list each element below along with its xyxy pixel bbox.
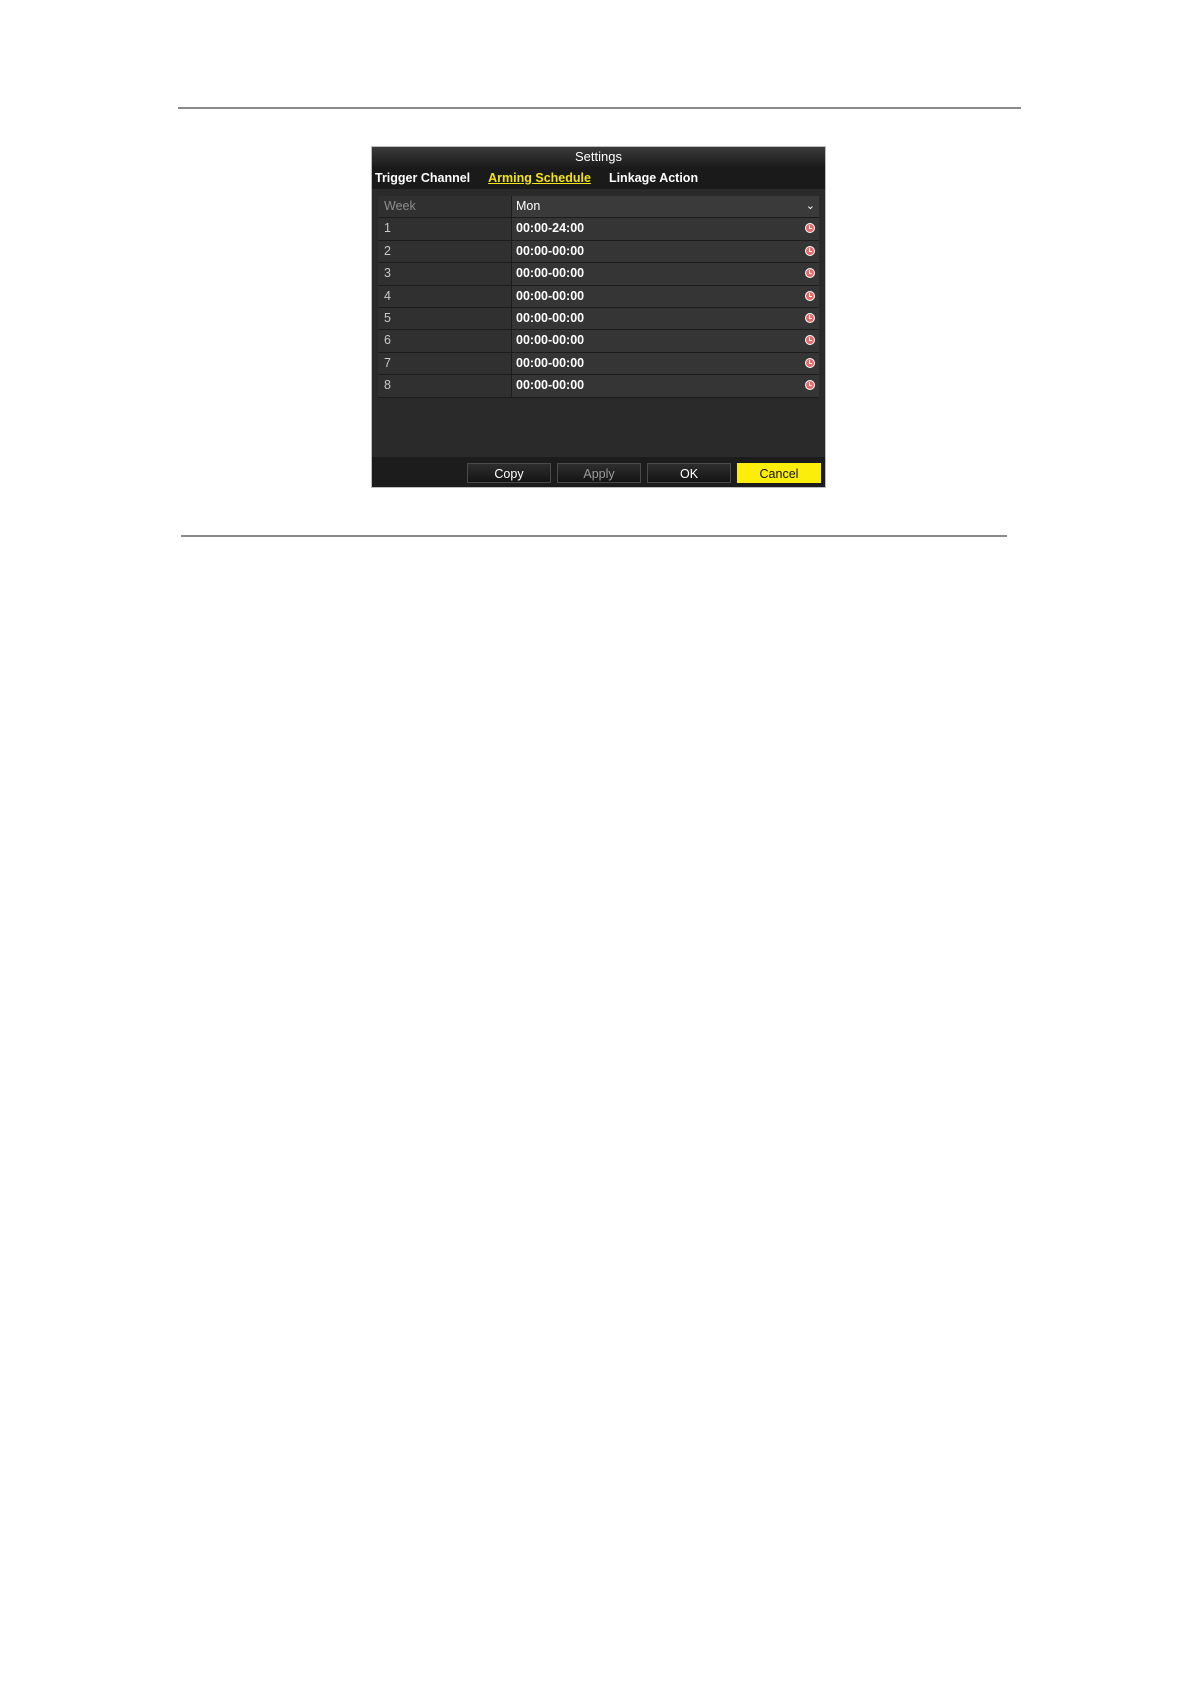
period-time-field[interactable]: 00:00-00:00 [512, 307, 819, 330]
period-time-value: 00:00-00:00 [516, 243, 585, 258]
button-bar: Copy Apply OK Cancel [372, 457, 825, 487]
cancel-button[interactable]: Cancel [737, 463, 821, 483]
period-index: 7 [378, 352, 512, 375]
period-time-field[interactable]: 00:00-00:00 [512, 285, 819, 307]
table-row: 4 00:00-00:00 [378, 285, 819, 308]
apply-button[interactable]: Apply [557, 463, 641, 483]
table-row: 2 00:00-00:00 [378, 240, 819, 264]
clock-icon[interactable] [805, 335, 815, 346]
period-time-field[interactable]: 00:00-00:00 [512, 330, 819, 352]
table-row: 3 00:00-00:00 [378, 263, 819, 286]
clock-icon[interactable] [805, 380, 815, 391]
tab-trigger-channel[interactable]: Trigger Channel [375, 171, 470, 185]
period-time-value: 00:00-00:00 [516, 378, 585, 393]
table-row: 1 00:00-24:00 [378, 218, 819, 241]
period-time-value: 00:00-00:00 [516, 355, 585, 370]
top-divider [178, 107, 1021, 109]
period-time-field[interactable]: 00:00-24:00 [512, 218, 819, 240]
clock-icon[interactable] [805, 245, 815, 256]
period-time-value: 00:00-00:00 [516, 288, 585, 303]
table-row: 8 00:00-00:00 [378, 375, 819, 398]
period-index: 2 [378, 240, 512, 263]
period-index: 4 [378, 285, 512, 307]
chevron-down-icon[interactable]: ⌄ [806, 196, 815, 217]
schedule-table: Week Mon ⌄ 1 00:00-24:00 2 00:00-00:00 3… [378, 196, 819, 398]
clock-icon[interactable] [805, 223, 815, 234]
clock-icon[interactable] [805, 312, 815, 323]
period-time-value: 00:00-00:00 [516, 266, 585, 281]
period-time-value: 00:00-00:00 [516, 310, 585, 325]
table-row: 5 00:00-00:00 [378, 307, 819, 331]
clock-icon[interactable] [805, 357, 815, 368]
tab-bar: Trigger Channel Arming Schedule Linkage … [372, 167, 825, 189]
period-time-field[interactable]: 00:00-00:00 [512, 352, 819, 375]
bottom-divider [181, 535, 1007, 537]
period-index: 3 [378, 263, 512, 285]
period-time-value: 00:00-24:00 [516, 221, 585, 236]
period-time-value: 00:00-00:00 [516, 333, 585, 348]
week-select-value: Mon [516, 199, 541, 213]
period-index: 1 [378, 218, 512, 240]
period-time-field[interactable]: 00:00-00:00 [512, 375, 819, 397]
period-index: 6 [378, 330, 512, 352]
week-row: Week Mon ⌄ [378, 196, 819, 219]
tab-arming-schedule[interactable]: Arming Schedule [488, 171, 591, 185]
clock-icon[interactable] [805, 268, 815, 279]
dialog-title: Settings [372, 147, 825, 167]
week-label: Week [378, 196, 512, 218]
table-row: 7 00:00-00:00 [378, 352, 819, 376]
week-select[interactable]: Mon ⌄ [512, 196, 819, 218]
ok-button[interactable]: OK [647, 463, 731, 483]
period-index: 8 [378, 375, 512, 397]
table-row: 6 00:00-00:00 [378, 330, 819, 353]
period-time-field[interactable]: 00:00-00:00 [512, 263, 819, 285]
period-index: 5 [378, 307, 512, 330]
period-time-field[interactable]: 00:00-00:00 [512, 240, 819, 263]
tab-linkage-action[interactable]: Linkage Action [609, 171, 698, 185]
copy-button[interactable]: Copy [467, 463, 551, 483]
clock-icon[interactable] [805, 290, 815, 301]
settings-dialog: Settings Trigger Channel Arming Schedule… [371, 146, 826, 488]
